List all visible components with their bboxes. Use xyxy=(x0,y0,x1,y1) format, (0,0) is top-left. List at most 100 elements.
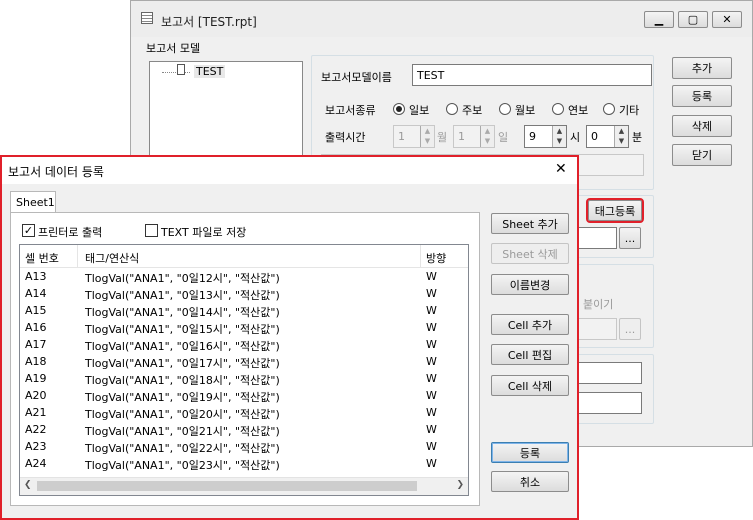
dialog-title: 보고서 데이터 등록 xyxy=(8,165,104,179)
report-model-group-title: 보고서 모델 xyxy=(146,42,201,55)
scroll-left-icon[interactable]: ❮ xyxy=(24,480,32,490)
horizontal-scrollbar[interactable]: ❮ ❯ xyxy=(20,477,468,495)
row-cell: A24 xyxy=(25,457,47,470)
row-expr: TlogVal("ANA1", "0일21시", "적산값") xyxy=(85,425,280,438)
tag-browse-button[interactable]: ... xyxy=(619,227,641,249)
table-row[interactable]: A14 TlogVal("ANA1", "0일13시", "적산값") W xyxy=(20,285,468,302)
dialog-register-button[interactable]: 등록 xyxy=(491,442,569,463)
row-cell: A22 xyxy=(25,423,47,436)
model-name-label: 보고서모델이름 xyxy=(321,71,392,84)
scroll-right-icon[interactable]: ❯ xyxy=(456,480,464,490)
radio-weekly[interactable] xyxy=(446,103,458,115)
radio-yearly-label: 연보 xyxy=(568,104,589,117)
hour-unit: 시 xyxy=(570,131,581,144)
tab-sheet1[interactable]: Sheet1 xyxy=(10,191,56,213)
tab-sheet1-label: Sheet1 xyxy=(16,196,55,209)
row-cell: A21 xyxy=(25,406,47,419)
maximize-button[interactable]: ▢ xyxy=(678,11,708,28)
row-expr: TlogVal("ANA1", "0일15시", "적산값") xyxy=(85,323,280,336)
scroll-thumb[interactable] xyxy=(37,481,417,491)
day-input: 1 ▲ ▼ xyxy=(453,125,495,148)
table-row[interactable]: A13 TlogVal("ANA1", "0일12시", "적산값") W xyxy=(20,268,468,285)
row-cell: A13 xyxy=(25,270,47,283)
app-icon xyxy=(141,12,153,24)
row-cell: A20 xyxy=(25,389,47,402)
window-close-button[interactable]: ✕ xyxy=(712,11,742,28)
radio-monthly[interactable] xyxy=(499,103,511,115)
col-header-cell[interactable]: 셀 번호 xyxy=(25,250,59,266)
col-divider xyxy=(420,245,421,267)
minimize-button[interactable]: ▁ xyxy=(644,11,674,28)
row-direction: W xyxy=(426,270,437,283)
table-row[interactable]: A16 TlogVal("ANA1", "0일15시", "적산값") W xyxy=(20,319,468,336)
sheet-add-button[interactable]: Sheet 추가 xyxy=(491,213,569,234)
close-button[interactable]: 닫기 xyxy=(672,144,732,166)
radio-monthly-label: 월보 xyxy=(515,104,536,117)
month-spinner: ▲ ▼ xyxy=(420,126,434,147)
register-button[interactable]: 등록 xyxy=(672,85,732,107)
row-direction: W xyxy=(426,389,437,402)
table-row[interactable]: A23 TlogVal("ANA1", "0일22시", "적산값") W xyxy=(20,438,468,455)
col-header-expr[interactable]: 태그/연산식 xyxy=(85,250,139,266)
table-row[interactable]: A21 TlogVal("ANA1", "0일20시", "적산값") W xyxy=(20,404,468,421)
minute-input[interactable]: 0 ▲ ▼ xyxy=(586,125,629,148)
extra-input-1[interactable] xyxy=(571,362,642,384)
cell-delete-button[interactable]: Cell 삭제 xyxy=(491,375,569,396)
row-direction: W xyxy=(426,372,437,385)
day-spinner: ▲ ▼ xyxy=(480,126,494,147)
month-input: 1 ▲ ▼ xyxy=(393,125,435,148)
output-time-label: 출력시간 xyxy=(325,131,366,144)
table-row[interactable]: A15 TlogVal("ANA1", "0일14시", "적산값") W xyxy=(20,302,468,319)
row-expr: TlogVal("ANA1", "0일17시", "적산값") xyxy=(85,357,280,370)
row-direction: W xyxy=(426,287,437,300)
radio-weekly-label: 주보 xyxy=(462,104,483,117)
paste-label: 붙이기 xyxy=(583,298,614,311)
rename-button[interactable]: 이름변경 xyxy=(491,274,569,295)
col-header-direction[interactable]: 방향 xyxy=(426,250,446,266)
tag-register-button[interactable]: 태그등록 xyxy=(586,198,644,223)
table-row[interactable]: A20 TlogVal("ANA1", "0일19시", "적산값") W xyxy=(20,387,468,404)
row-expr: TlogVal("ANA1", "0일20시", "적산값") xyxy=(85,408,280,421)
model-name-input[interactable]: TEST xyxy=(412,64,652,86)
row-expr: TlogVal("ANA1", "0일22시", "적산값") xyxy=(85,442,280,455)
tab-panel: ✓ 프린터로 출력 TEXT 파일로 저장 셀 번호 태그/연산식 방향 A13… xyxy=(10,212,480,506)
dialog-cancel-button[interactable]: 취소 xyxy=(491,471,569,492)
table-row[interactable]: A19 TlogVal("ANA1", "0일18시", "적산값") W xyxy=(20,370,468,387)
paste-browse-button: ... xyxy=(619,318,641,340)
table-row[interactable]: A17 TlogVal("ANA1", "0일16시", "적산값") W xyxy=(20,336,468,353)
radio-daily[interactable] xyxy=(393,103,405,115)
print-checkbox[interactable]: ✓ xyxy=(22,224,35,237)
cell-add-button[interactable]: Cell 추가 xyxy=(491,314,569,335)
table-row[interactable]: A22 TlogVal("ANA1", "0일21시", "적산값") W xyxy=(20,421,468,438)
delete-button[interactable]: 삭제 xyxy=(672,115,732,137)
minute-spinner[interactable]: ▲ ▼ xyxy=(614,126,628,147)
add-button[interactable]: 추가 xyxy=(672,57,732,79)
row-direction: W xyxy=(426,406,437,419)
dialog-close-icon[interactable]: ✕ xyxy=(555,161,567,177)
row-direction: W xyxy=(426,338,437,351)
cell-edit-button[interactable]: Cell 편집 xyxy=(491,344,569,365)
report-data-dialog: 보고서 데이터 등록 ✕ Sheet1 ✓ 프린터로 출력 TEXT 파일로 저… xyxy=(0,155,579,520)
cell-list[interactable]: 셀 번호 태그/연산식 방향 A13 TlogVal("ANA1", "0일12… xyxy=(19,244,469,496)
hour-spinner[interactable]: ▲ ▼ xyxy=(552,126,566,147)
text-save-checkbox[interactable] xyxy=(145,224,158,237)
row-cell: A23 xyxy=(25,440,47,453)
row-direction: W xyxy=(426,304,437,317)
radio-other[interactable] xyxy=(603,103,615,115)
hour-input[interactable]: 9 ▲ ▼ xyxy=(524,125,567,148)
row-direction: W xyxy=(426,457,437,470)
report-type-label: 보고서종류 xyxy=(325,104,376,117)
report-window-titlebar: 보고서 [TEST.rpt] ▁ ▢ ✕ xyxy=(131,1,752,37)
table-row[interactable]: A24 TlogVal("ANA1", "0일23시", "적산값") W xyxy=(20,455,468,472)
radio-yearly[interactable] xyxy=(552,103,564,115)
radio-other-label: 기타 xyxy=(619,104,640,117)
model-tree[interactable]: TEST xyxy=(149,61,303,161)
row-expr: TlogVal("ANA1", "0일16시", "적산값") xyxy=(85,340,280,353)
tree-item-test[interactable]: TEST xyxy=(194,65,226,78)
row-expr: TlogVal("ANA1", "0일19시", "적산값") xyxy=(85,391,280,404)
row-direction: W xyxy=(426,423,437,436)
month-unit: 월 xyxy=(437,131,448,144)
extra-input-2[interactable] xyxy=(571,392,642,414)
table-row[interactable]: A18 TlogVal("ANA1", "0일17시", "적산값") W xyxy=(20,353,468,370)
row-cell: A15 xyxy=(25,304,47,317)
